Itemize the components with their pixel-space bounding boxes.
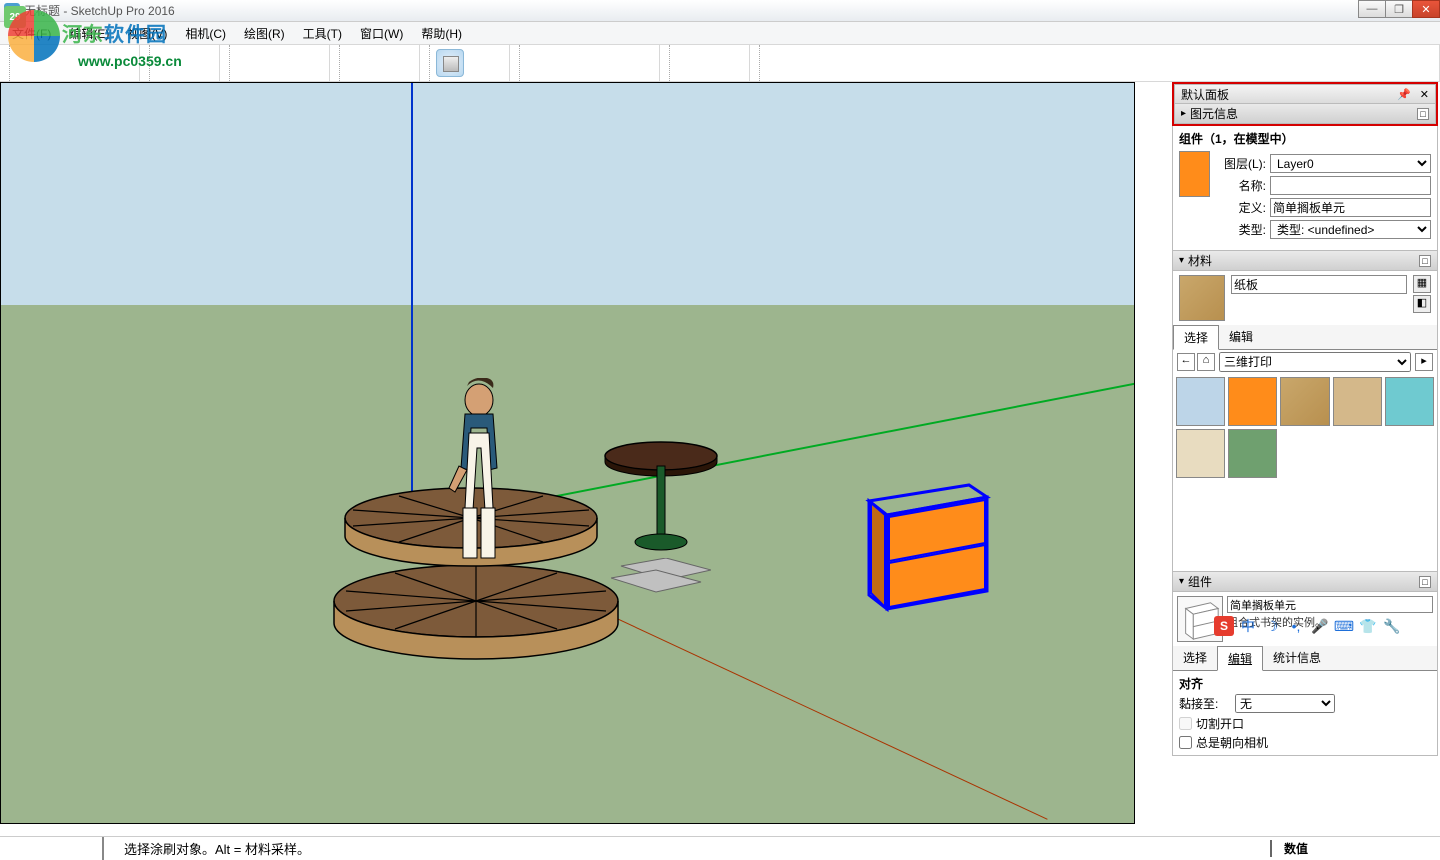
3d-viewport[interactable] [0,82,1135,824]
ime-toolbar[interactable]: S 中 ☽ •, 🎤 ⌨ 👕 🔧 [1214,616,1402,636]
glue-label: 黏接至: [1179,695,1235,712]
window-title: 无标题 - SketchUp Pro 2016 [24,2,175,19]
menu-view[interactable]: 视图(V) [119,23,175,44]
def-input[interactable] [1270,198,1431,217]
ime-mic-icon[interactable]: 🎤 [1310,616,1330,636]
type-label: 类型: [1218,221,1266,238]
material-swatch[interactable] [1228,377,1277,426]
type-select[interactable]: 类型: <undefined> [1270,220,1431,239]
axis-blue [411,83,413,542]
name-label: 名称: [1218,177,1266,194]
materials-title: 材料 [1188,252,1212,269]
collapse-icon[interactable]: □ [1417,108,1429,120]
material-swatch[interactable] [1176,429,1225,478]
menu-help[interactable]: 帮助(H) [413,23,470,44]
ime-lang-icon[interactable]: 中 [1238,616,1258,636]
right-panel-tray: 默认面板 📌 ✕ ▸ 图元信息 □ 组件（1，在模型中） 图层(L): Laye… [1172,82,1438,860]
app-icon [4,3,20,19]
minimize-button[interactable]: — [1358,0,1386,18]
pin-icon[interactable]: 📌 [1397,88,1411,101]
components-title: 组件 [1188,573,1212,590]
name-input[interactable] [1270,176,1431,195]
panel-highlight: 默认面板 📌 ✕ ▸ 图元信息 □ [1172,82,1438,126]
model-floor-tile[interactable] [611,558,711,598]
material-swatch-grid [1173,374,1437,481]
close-button[interactable]: ✕ [1412,0,1440,18]
material-create-icon[interactable]: ▦ [1413,275,1431,293]
ime-tool-icon[interactable]: 🔧 [1382,616,1402,636]
material-menu-icon[interactable]: ▸ [1415,353,1433,371]
materials-tab-select[interactable]: 选择 [1173,325,1219,350]
ime-sogou-icon[interactable]: S [1214,616,1234,636]
expand-arrow-icon: ▾ [1179,255,1184,266]
menu-draw[interactable]: 绘图(R) [236,23,293,44]
ime-skin-icon[interactable]: 👕 [1358,616,1378,636]
entity-info-title: 图元信息 [1190,105,1238,122]
model-person[interactable] [439,378,519,578]
material-name-input[interactable] [1231,275,1407,294]
collapse-icon[interactable]: □ [1419,255,1431,267]
entity-info-body: 组件（1，在模型中） 图层(L): Layer0 名称: 定义: 类型: 类型:… [1172,126,1438,251]
expand-arrow-icon: ▾ [1179,576,1184,587]
components-tab-edit[interactable]: 编辑 [1217,646,1263,671]
material-swatch[interactable] [1280,377,1329,426]
component-name-input[interactable] [1227,596,1433,613]
components-tabs: 选择 编辑 统计信息 [1173,646,1437,671]
components-tab-stats[interactable]: 统计信息 [1263,646,1331,670]
menu-bar: 文件(F) 编辑(E) 视图(V) 相机(C) 绘图(R) 工具(T) 窗口(W… [0,22,1440,44]
cut-checkbox[interactable]: 切割开口 [1179,715,1244,732]
status-bar: 选择涂刷对象。Alt = 材料采样。 数值 [0,836,1440,860]
material-swatch[interactable] [1176,377,1225,426]
paint-bucket-tool[interactable] [436,49,464,77]
status-separator [102,837,104,860]
material-swatch[interactable] [1333,377,1382,426]
layer-label: 图层(L): [1218,155,1266,172]
material-back-icon[interactable]: ← [1177,353,1195,371]
components-header[interactable]: ▾ 组件 □ [1172,572,1438,592]
materials-tab-edit[interactable]: 编辑 [1219,325,1263,349]
materials-body: ▦ ◧ 选择 编辑 ← ⌂ 三维打印 ▸ [1172,271,1438,572]
ime-moon-icon[interactable]: ☽ [1262,616,1282,636]
sky [1,83,1134,305]
material-swatch[interactable] [1385,377,1434,426]
toolbar [0,44,1440,82]
status-text: 选择涂刷对象。Alt = 材料采样。 [124,839,310,858]
close-panel-icon[interactable]: ✕ [1420,88,1429,101]
window-controls: — ❐ ✕ [1359,0,1440,18]
current-material-swatch[interactable] [1179,275,1225,321]
material-category-select[interactable]: 三维打印 [1219,352,1411,372]
model-shelf-selected[interactable] [861,483,991,613]
maximize-button[interactable]: ❐ [1385,0,1413,18]
def-label: 定义: [1218,199,1266,216]
model-table[interactable] [601,438,721,558]
menu-file[interactable]: 文件(F) [4,23,59,44]
entity-color-swatch[interactable] [1179,151,1210,197]
entity-info-header[interactable]: ▸ 图元信息 □ [1174,104,1436,124]
menu-window[interactable]: 窗口(W) [352,23,411,44]
collapse-icon[interactable]: □ [1419,576,1431,588]
value-label: 数值 [1270,840,1308,857]
title-bar: 无标题 - SketchUp Pro 2016 — ❐ ✕ [0,0,1440,22]
align-label: 对齐 [1179,675,1431,692]
menu-camera[interactable]: 相机(C) [177,23,234,44]
menu-tools[interactable]: 工具(T) [295,23,350,44]
glue-select[interactable]: 无 [1235,694,1335,713]
ime-punct-icon[interactable]: •, [1286,616,1306,636]
material-home-icon[interactable]: ⌂ [1197,353,1215,371]
ime-keyboard-icon[interactable]: ⌨ [1334,616,1354,636]
materials-tabs: 选择 编辑 [1173,325,1437,350]
panel-default-title: 默认面板 [1181,86,1229,103]
face-checkbox[interactable]: 总是朝向相机 [1179,734,1268,751]
material-default-icon[interactable]: ◧ [1413,295,1431,313]
panel-default-header[interactable]: 默认面板 📌 ✕ [1174,84,1436,104]
menu-edit[interactable]: 编辑(E) [61,23,117,44]
components-tab-select[interactable]: 选择 [1173,646,1217,670]
material-swatch[interactable] [1228,429,1277,478]
materials-header[interactable]: ▾ 材料 □ [1172,251,1438,271]
expand-arrow-icon: ▸ [1181,108,1186,119]
layer-select[interactable]: Layer0 [1270,154,1431,173]
entity-group-label: 组件（1，在模型中） [1179,130,1431,147]
